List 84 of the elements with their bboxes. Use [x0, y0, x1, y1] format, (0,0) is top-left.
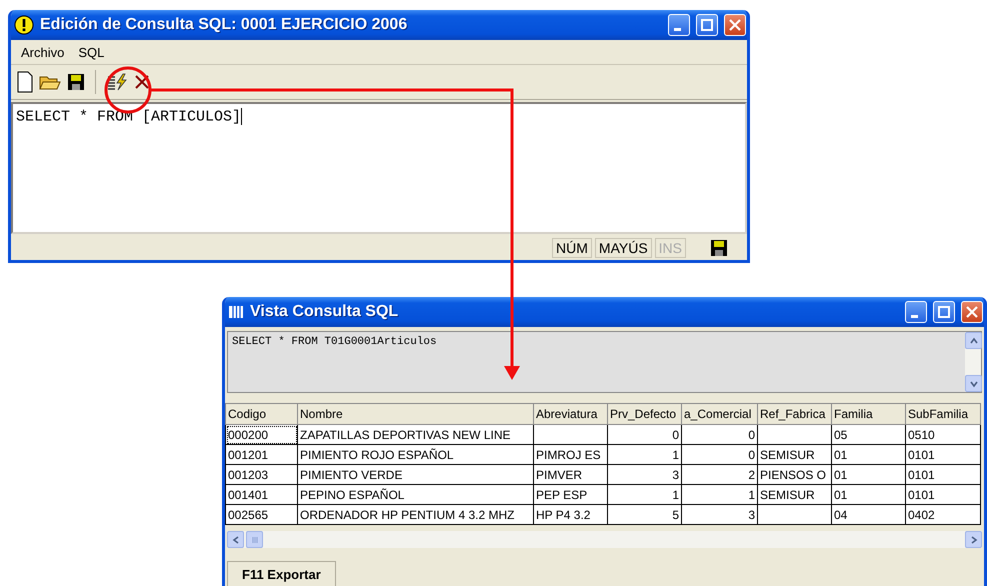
- warning-icon: [14, 15, 34, 35]
- table-cell: 01: [832, 444, 906, 464]
- caret-icon: [970, 336, 978, 344]
- table-cell: 0101: [906, 464, 980, 484]
- table-cell: PIMIENTO ROJO ESPAÑOL: [298, 444, 534, 464]
- table-cell: PIENSOS O: [758, 464, 832, 484]
- status-indicator: MAYÚS: [594, 238, 652, 258]
- menu-item[interactable]: SQL: [78, 44, 104, 60]
- table-cell: 04: [832, 504, 906, 524]
- column-header[interactable]: Familia: [832, 404, 906, 424]
- maximize-button[interactable]: [696, 14, 718, 36]
- scroll-right-button[interactable]: [965, 531, 982, 548]
- table-cell: 002565: [226, 504, 298, 524]
- table-cell: 0101: [906, 484, 980, 504]
- table-cell: 5: [608, 504, 682, 524]
- table-cell: 0402: [906, 504, 980, 524]
- column-header[interactable]: a_Comercial: [682, 404, 758, 424]
- column-header[interactable]: Codigo: [226, 404, 298, 424]
- grip-icon: [250, 536, 258, 544]
- minimize-button[interactable]: [905, 301, 927, 323]
- menu-item[interactable]: Archivo: [21, 44, 64, 60]
- table-cell: 001201: [226, 444, 298, 464]
- minimize-icon: [911, 314, 918, 318]
- table-cell: 1: [682, 484, 758, 504]
- scroll-left-button[interactable]: [227, 531, 244, 548]
- table-cell: ZAPATILLAS DEPORTIVAS NEW LINE: [298, 424, 534, 444]
- table-cell: SEMISUR: [758, 484, 832, 504]
- minimize-icon: [674, 28, 681, 30]
- maximize-icon: [701, 19, 713, 31]
- table-cell: 0: [682, 424, 758, 444]
- save-icon: [711, 240, 727, 256]
- window-title: Edición de Consulta SQL: 0001 EJERCICIO 2006: [40, 16, 408, 34]
- table-cell: SEMISUR: [758, 444, 832, 464]
- table-cell: 3: [682, 504, 758, 524]
- column-header[interactable]: Abreviatura: [534, 404, 608, 424]
- table-cell: 0: [682, 444, 758, 464]
- window-title: Vista Consulta SQL: [250, 303, 400, 321]
- scroll-down-button[interactable]: [965, 375, 982, 392]
- table-cell: 05: [832, 424, 906, 444]
- query-box[interactable]: SELECT * FROM T01G0001Articulos: [227, 331, 982, 393]
- column-header[interactable]: Ref_Fabrica: [758, 404, 832, 424]
- table-cell: PIMROJ ES: [534, 444, 608, 464]
- close-button[interactable]: [724, 14, 746, 36]
- table-cell: ORDENADOR HP PENTIUM 4 3.2 MHZ: [298, 504, 534, 524]
- status-indicator: NÚM: [552, 238, 592, 258]
- scroll-up-button[interactable]: [965, 332, 982, 349]
- table-cell: 001203: [226, 464, 298, 484]
- grid-icon: [228, 304, 244, 320]
- column-header[interactable]: Prv_Defecto: [608, 404, 682, 424]
- query-text: SELECT * FROM T01G0001Articulos: [231, 335, 438, 350]
- table-cell: 1: [608, 444, 682, 464]
- table-cell: PEP ESP: [534, 484, 608, 504]
- status-indicator: INS: [654, 238, 686, 258]
- table-cell: 2: [682, 464, 758, 484]
- table-cell: 01: [832, 464, 906, 484]
- close-icon: [729, 19, 741, 31]
- column-header[interactable]: SubFamilia: [906, 404, 980, 424]
- save-icon[interactable]: [67, 73, 85, 91]
- table-cell: PIMVER: [534, 464, 608, 484]
- table-cell: 0: [608, 424, 682, 444]
- maximize-button[interactable]: [933, 301, 955, 323]
- caret-icon: [970, 536, 978, 544]
- minimize-button[interactable]: [668, 14, 690, 36]
- table-cell: PEPINO ESPAÑOL: [298, 484, 534, 504]
- maximize-icon: [938, 306, 950, 318]
- close-button[interactable]: [961, 301, 983, 323]
- execute-icon[interactable]: [106, 73, 128, 91]
- export-button[interactable]: F11 Exportar: [227, 561, 336, 586]
- scroll-thumb[interactable]: [246, 531, 263, 548]
- table-cell: 0101: [906, 444, 980, 464]
- close-icon: [966, 306, 978, 318]
- caret-icon: [970, 380, 978, 388]
- table-cell: 001401: [226, 484, 298, 504]
- table-cell: HP P4 3.2: [534, 504, 608, 524]
- table-cell: 1: [608, 484, 682, 504]
- table-cell: PIMIENTO VERDE: [298, 464, 534, 484]
- new-file-icon[interactable]: [17, 71, 33, 93]
- column-header[interactable]: Nombre: [298, 404, 534, 424]
- table-cell: 3: [608, 464, 682, 484]
- table-cell: 000200: [226, 424, 298, 444]
- caret-icon: [232, 536, 240, 544]
- table-cell: 01: [832, 484, 906, 504]
- table-cell: 0510: [906, 424, 980, 444]
- cancel-icon[interactable]: [134, 74, 150, 90]
